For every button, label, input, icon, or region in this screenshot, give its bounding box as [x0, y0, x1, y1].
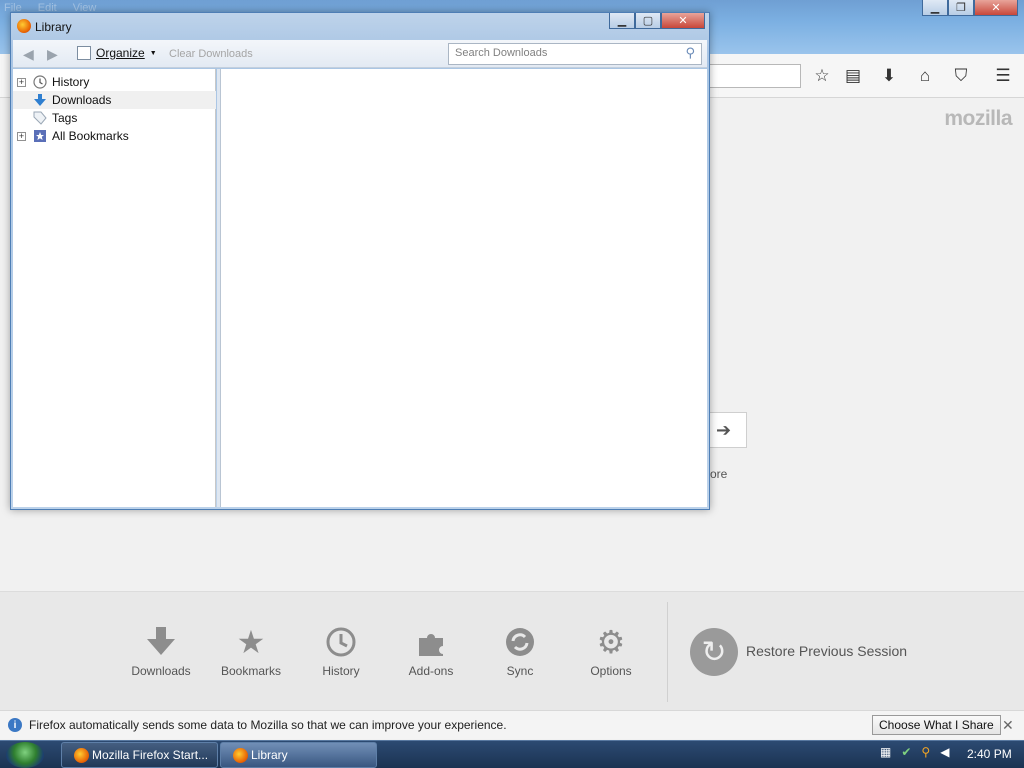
url-bar[interactable]	[700, 64, 801, 88]
network-icon[interactable]: ✔	[901, 745, 911, 759]
mozilla-logo: mozilla	[944, 107, 1012, 130]
taskbar-item-library[interactable]: Library	[220, 742, 377, 768]
notification-text: Firefox automatically sends some data to…	[29, 718, 507, 732]
restore-session-icon[interactable]: ↻	[690, 628, 738, 676]
download-icon	[121, 622, 201, 662]
minimize-button[interactable]: ▁	[922, 0, 948, 16]
library-title: Library	[35, 20, 72, 34]
system-tray: ▦ ✔ ⚲ ◀	[880, 745, 949, 759]
back-arrow-icon[interactable]: ◀	[23, 46, 34, 63]
choose-what-i-share-button[interactable]: Choose What I Share	[872, 715, 1001, 735]
close-icon: ✕	[678, 15, 688, 27]
downloads-arrow-icon[interactable]: ⬇	[877, 64, 901, 88]
keyboard-icon[interactable]: ▦	[880, 745, 891, 759]
tree-item-history[interactable]: + History	[13, 73, 216, 91]
taskbar-item-firefox[interactable]: Mozilla Firefox Start...	[61, 742, 218, 768]
notification-bar: i Firefox automatically sends some data …	[0, 710, 1024, 739]
clock-icon	[33, 75, 47, 89]
launcher-bar: Downloads ★ Bookmarks History Add-ons Sy…	[0, 591, 1024, 710]
tree-item-label: All Bookmarks	[52, 129, 129, 143]
organize-label: Organize	[96, 46, 145, 60]
restore-button[interactable]: ❐	[948, 0, 974, 16]
tag-icon	[33, 111, 47, 125]
launcher-label: Bookmarks	[220, 664, 282, 678]
launcher-sync[interactable]: Sync	[480, 622, 560, 678]
library-tree: + History Downloads Tags + All Bookmarks	[13, 69, 216, 507]
search-downloads-field[interactable]: ⚲	[448, 43, 702, 65]
organize-icon	[77, 46, 91, 60]
launcher-label: Options	[590, 664, 632, 678]
launcher-options[interactable]: ⚙ Options	[571, 622, 651, 678]
bookmarks-icon	[33, 129, 47, 143]
taskbar: Mozilla Firefox Start... Library ▦ ✔ ⚲ ◀…	[0, 740, 1024, 768]
notification-close-icon[interactable]: ✕	[1002, 717, 1014, 734]
clock-icon	[301, 622, 381, 662]
library-window: Library ▁ ▢ ✕ ◀ ▶ Organize ▼ Clear Downl…	[10, 12, 710, 510]
tree-item-label: Downloads	[52, 93, 112, 107]
puzzle-icon	[391, 622, 471, 662]
expand-icon[interactable]: +	[17, 131, 26, 141]
clear-downloads-button[interactable]: Clear Downloads	[169, 48, 253, 60]
firefox-logo-icon	[233, 748, 248, 763]
library-minimize-button[interactable]: ▁	[609, 13, 635, 29]
library-toolbar: ◀ ▶ Organize ▼ Clear Downloads ⚲	[13, 40, 707, 68]
launcher-label: History	[322, 664, 360, 678]
firefox-caption-buttons: ▁ ❐ ✕	[922, 0, 1018, 16]
tree-item-tags[interactable]: Tags	[13, 109, 216, 127]
launcher-history[interactable]: History	[301, 622, 381, 678]
tree-item-downloads[interactable]: Downloads	[13, 91, 216, 109]
tree-item-label: History	[52, 75, 90, 89]
volume-icon[interactable]: ◀	[940, 745, 949, 759]
taskbar-item-label: Library	[251, 748, 288, 762]
hamburger-menu-icon[interactable]: ☰	[991, 64, 1015, 88]
restore-session-button[interactable]: Restore Previous Session	[746, 643, 907, 659]
firefox-logo-icon	[74, 748, 89, 763]
close-icon: ✕	[991, 2, 1001, 14]
download-icon	[33, 93, 47, 107]
start-button[interactable]	[6, 742, 44, 768]
launcher-label: Sync	[506, 664, 534, 678]
minimize-icon: ▁	[930, 2, 940, 14]
search-downloads-input[interactable]	[455, 47, 675, 59]
restore-icon: ❐	[956, 2, 966, 14]
launcher-label: Add-ons	[408, 664, 454, 678]
launcher-label: Downloads	[131, 664, 191, 678]
taskbar-item-label: Mozilla Firefox Start...	[92, 748, 209, 762]
maximize-icon: ▢	[642, 15, 654, 27]
arrow-right-icon: ➔	[715, 419, 732, 440]
bookmark-star-icon[interactable]: ☆	[810, 64, 834, 88]
downloads-list[interactable]	[221, 69, 707, 507]
search-icon[interactable]: ⚲	[685, 45, 695, 61]
library-titlebar[interactable]: Library ▁ ▢ ✕	[11, 13, 709, 39]
gear-icon: ⚙	[596, 624, 626, 660]
tree-item-all-bookmarks[interactable]: + All Bookmarks	[13, 127, 216, 145]
home-icon[interactable]: ⌂	[913, 64, 937, 88]
search-tray-icon[interactable]: ⚲	[921, 745, 930, 759]
library-close-button[interactable]: ✕	[661, 13, 705, 29]
library-maximize-button[interactable]: ▢	[635, 13, 661, 29]
launcher-downloads[interactable]: Downloads	[121, 622, 201, 678]
launcher-bookmarks[interactable]: ★ Bookmarks	[211, 622, 291, 678]
clock[interactable]: 2:40 PM	[967, 747, 1012, 761]
expand-icon[interactable]: +	[17, 77, 26, 87]
close-button[interactable]: ✕	[974, 0, 1018, 16]
pocket-icon[interactable]: ⛉	[949, 64, 973, 88]
launcher-divider	[667, 602, 668, 702]
organize-button[interactable]: Organize ▼	[77, 46, 157, 60]
info-icon: i	[8, 718, 22, 732]
library-caption-buttons: ▁ ▢ ✕	[609, 13, 705, 29]
launcher-addons[interactable]: Add-ons	[391, 622, 471, 678]
star-icon: ★	[236, 624, 266, 660]
firefox-logo-icon	[17, 19, 31, 33]
minimize-icon: ▁	[617, 15, 627, 27]
tree-item-label: Tags	[52, 111, 78, 125]
dropdown-caret-icon: ▼	[149, 49, 157, 57]
forward-arrow-icon[interactable]: ▶	[47, 46, 58, 63]
sync-icon	[480, 622, 560, 662]
reading-list-icon[interactable]: ▤	[841, 64, 865, 88]
